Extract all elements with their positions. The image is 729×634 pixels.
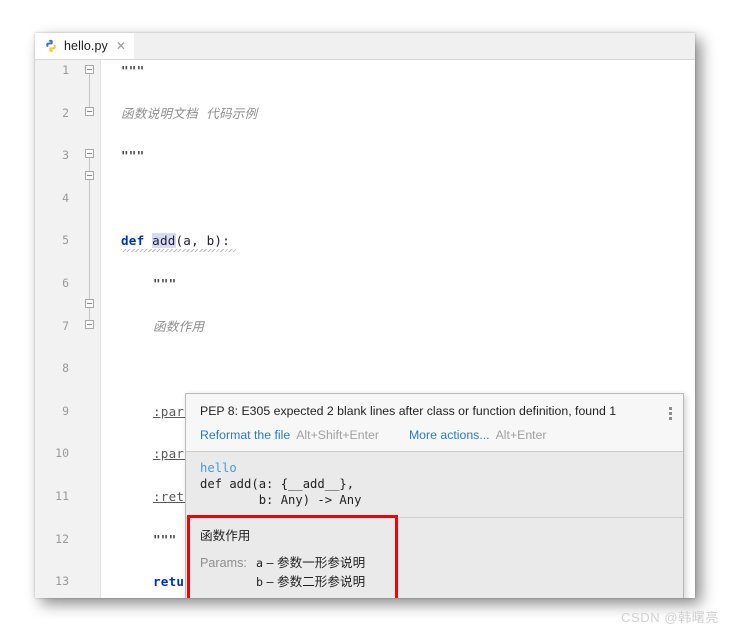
code-line: 4 xyxy=(35,188,695,209)
code-line: 3 """ xyxy=(35,145,695,166)
editor-tab-bar: hello.py ✕ xyxy=(35,33,695,60)
line-number: 4 xyxy=(62,190,69,205)
line-number: 7 xyxy=(62,318,69,333)
line-number: 5 xyxy=(62,233,69,248)
code-token-doc-title: 函数说明文档 代码示例 xyxy=(121,105,258,121)
doc-param-entry: b – 参数二形参说明 xyxy=(256,573,365,592)
code-line: 1 """ xyxy=(35,60,695,81)
code-token-docstring-quote: """ xyxy=(121,148,145,164)
popup-warning-section: PEP 8: E305 expected 2 blank lines after… xyxy=(186,394,683,452)
doc-param-entry: a – 参数一形参说明 xyxy=(256,554,365,573)
warning-message: PEP 8: E305 expected 2 blank lines after… xyxy=(200,404,617,418)
warning-actions: Reformat the file Alt+Shift+Enter More a… xyxy=(200,428,653,442)
line-number: 1 xyxy=(62,63,69,77)
doc-summary: 函数作用 xyxy=(200,529,251,543)
more-actions-shortcut: Alt+Enter xyxy=(495,428,547,442)
code-token-keyword-def: def xyxy=(121,233,145,249)
fold-marker[interactable] xyxy=(85,171,94,180)
fold-marker[interactable] xyxy=(85,320,94,329)
fold-marker[interactable] xyxy=(85,107,94,116)
editor-tab-label: hello.py xyxy=(64,39,108,53)
doc-param-desc: 参数二形参说明 xyxy=(277,575,366,589)
editor-tab-hello-py[interactable]: hello.py ✕ xyxy=(35,33,134,59)
line-number: 13 xyxy=(55,574,69,589)
code-token-doc-summary: 函数作用 xyxy=(153,318,205,334)
doc-params-row: Params: a – 参数一形参说明 xyxy=(200,554,653,573)
fold-marker[interactable] xyxy=(85,149,94,158)
signature-module: hello xyxy=(200,461,237,475)
code-token-signature: (a, b): xyxy=(175,233,230,249)
code-line: 6 """ xyxy=(35,273,695,294)
code-line: 5 def add(a, b): xyxy=(35,230,695,252)
close-icon[interactable]: ✕ xyxy=(114,40,126,52)
doc-param-name: b xyxy=(256,575,263,589)
popup-signature-section: hello def add(a: {__add__}, b: Any) -> A… xyxy=(186,452,683,518)
fold-line xyxy=(89,74,90,108)
code-token-docstring-quote: """ xyxy=(121,63,145,78)
code-editor[interactable]: 1 """ 2 函数说明文档 代码示例 3 """ 4 5 def add(a,… xyxy=(35,60,695,598)
signature-line-2: b: Any) -> Any xyxy=(200,493,362,507)
doc-params-label-empty xyxy=(200,573,256,592)
doc-params-row: b – 参数二形参说明 xyxy=(200,573,653,592)
more-options-icon[interactable] xyxy=(669,407,672,420)
line-number: 9 xyxy=(62,403,69,418)
doc-params-label: Params: xyxy=(200,556,247,570)
doc-param-desc: 参数一形参说明 xyxy=(277,556,366,570)
reformat-file-link[interactable]: Reformat the file xyxy=(200,428,290,442)
signature-line-1: def add(a: {__add__}, xyxy=(200,477,355,491)
doc-param-dash: – xyxy=(266,575,274,589)
inspection-squiggle xyxy=(121,248,236,252)
code-token-docstring-quote: """ xyxy=(153,275,177,291)
doc-param-name: a xyxy=(256,556,263,570)
line-number: 3 xyxy=(62,148,69,163)
fold-marker[interactable] xyxy=(85,299,94,308)
line-number: 6 xyxy=(62,275,69,290)
reformat-file-shortcut: Alt+Shift+Enter xyxy=(296,428,379,442)
watermark: CSDN @韩曙亮 xyxy=(620,610,719,625)
line-number: 11 xyxy=(55,488,69,503)
doc-param-dash: – xyxy=(266,556,274,570)
code-line: 8 xyxy=(35,358,695,379)
code-line: 7 函数作用 xyxy=(35,316,695,337)
code-token-docstring-quote: """ xyxy=(153,531,177,547)
line-number: 10 xyxy=(55,446,69,461)
code-line: 2 函数说明文档 代码示例 xyxy=(35,103,695,124)
line-number: 12 xyxy=(55,531,69,546)
more-actions-link[interactable]: More actions... xyxy=(409,428,490,442)
ide-window: hello.py ✕ 1 """ 2 函数说明文档 代码示例 3 """ 4 5… xyxy=(35,33,695,598)
line-number: 8 xyxy=(62,361,69,376)
inspection-popup[interactable]: PEP 8: E305 expected 2 blank lines after… xyxy=(185,393,684,598)
line-number: 2 xyxy=(62,105,69,120)
python-file-icon xyxy=(44,39,58,53)
fold-marker[interactable] xyxy=(85,65,94,74)
popup-documentation-section: 函数作用 Params: a – 参数一形参说明 b – 参数二形参说明 Ret… xyxy=(186,518,683,598)
code-token-function-name: add xyxy=(152,233,176,249)
